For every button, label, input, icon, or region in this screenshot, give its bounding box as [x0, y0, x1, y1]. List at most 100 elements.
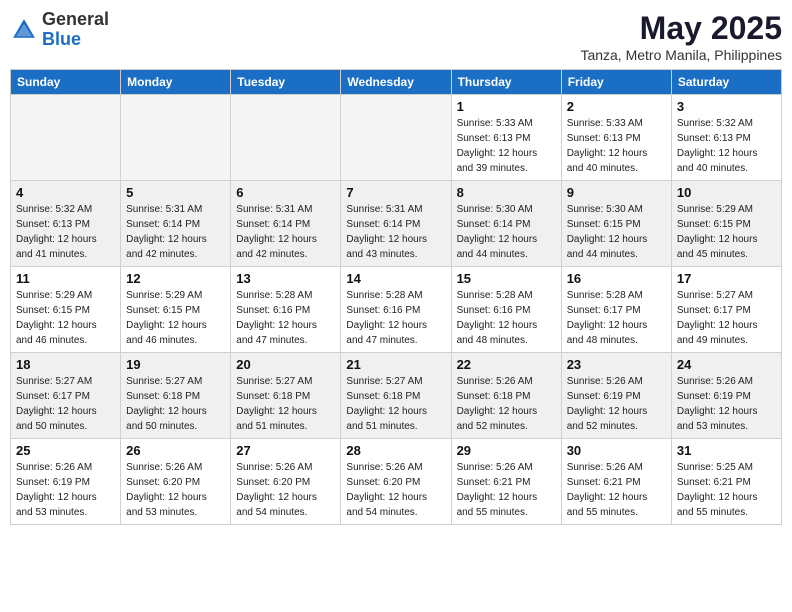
day-info: Sunrise: 5:25 AMSunset: 6:21 PMDaylight:…	[677, 460, 776, 520]
calendar-cell: 24Sunrise: 5:26 AMSunset: 6:19 PMDayligh…	[671, 353, 781, 439]
day-number: 13	[236, 271, 335, 286]
day-number: 11	[16, 271, 115, 286]
day-number: 5	[126, 185, 225, 200]
weekday-header-sunday: Sunday	[11, 70, 121, 95]
weekday-header-friday: Friday	[561, 70, 671, 95]
logo-general: General	[42, 9, 109, 29]
calendar-cell: 22 Sunrise: 5:26 AMSunset: 6:18 PMDayligh…	[451, 353, 561, 439]
calendar-cell: 16 Sunrise: 5:28 AMSunset: 6:17 PMDayligh…	[561, 267, 671, 353]
day-info: Sunrise: 5:26 AMSunset: 6:20 PMDaylight:…	[236, 460, 335, 520]
day-info: Sunrise: 5:26 AMSunset: 6:21 PMDaylight:…	[457, 460, 556, 520]
day-number: 28	[346, 443, 445, 458]
calendar-cell: 29 Sunrise: 5:26 AMSunset: 6:21 PMDayligh…	[451, 439, 561, 525]
day-info: Sunrise: 5:27 AMSunset: 6:18 PMDaylight:…	[236, 374, 335, 434]
calendar-cell: 3 Sunrise: 5:32 AMSunset: 6:13 PMDaylight…	[671, 95, 781, 181]
day-number: 27	[236, 443, 335, 458]
calendar-cell	[11, 95, 121, 181]
day-number: 15	[457, 271, 556, 286]
day-number: 4	[16, 185, 115, 200]
weekday-header-tuesday: Tuesday	[231, 70, 341, 95]
day-number: 19	[126, 357, 225, 372]
calendar-week-3: 11 Sunrise: 5:29 AMSunset: 6:15 PMDayligh…	[11, 267, 782, 353]
day-info: Sunrise: 5:33 AMSunset: 6:13 PMDaylight:…	[457, 116, 556, 176]
calendar-cell: 20 Sunrise: 5:27 AMSunset: 6:18 PMDayligh…	[231, 353, 341, 439]
calendar-week-2: 4Sunrise: 5:32 AMSunset: 6:13 PMDaylight…	[11, 181, 782, 267]
day-info: Sunrise: 5:28 AMSunset: 6:16 PMDaylight:…	[457, 288, 556, 348]
calendar-cell: 21Sunrise: 5:27 AMSunset: 6:18 PMDayligh…	[341, 353, 451, 439]
calendar-cell: 4Sunrise: 5:32 AMSunset: 6:13 PMDaylight…	[11, 181, 121, 267]
weekday-header-wednesday: Wednesday	[341, 70, 451, 95]
weekday-header-thursday: Thursday	[451, 70, 561, 95]
calendar-cell	[231, 95, 341, 181]
calendar-cell: 5 Sunrise: 5:31 AMSunset: 6:14 PMDaylight…	[121, 181, 231, 267]
calendar-cell: 9 Sunrise: 5:30 AMSunset: 6:15 PMDaylight…	[561, 181, 671, 267]
day-info: Sunrise: 5:31 AMSunset: 6:14 PMDaylight:…	[346, 202, 445, 262]
day-number: 21	[346, 357, 445, 372]
day-info: Sunrise: 5:30 AMSunset: 6:14 PMDaylight:…	[457, 202, 556, 262]
day-info: Sunrise: 5:29 AMSunset: 6:15 PMDaylight:…	[16, 288, 115, 348]
calendar-cell	[121, 95, 231, 181]
calendar-cell: 27 Sunrise: 5:26 AMSunset: 6:20 PMDayligh…	[231, 439, 341, 525]
day-info: Sunrise: 5:27 AMSunset: 6:17 PMDaylight:…	[16, 374, 115, 434]
day-number: 22	[457, 357, 556, 372]
day-number: 18	[16, 357, 115, 372]
day-info: Sunrise: 5:31 AMSunset: 6:14 PMDaylight:…	[236, 202, 335, 262]
day-info: Sunrise: 5:27 AMSunset: 6:17 PMDaylight:…	[677, 288, 776, 348]
calendar-cell: 8 Sunrise: 5:30 AMSunset: 6:14 PMDaylight…	[451, 181, 561, 267]
day-number: 26	[126, 443, 225, 458]
day-number: 25	[16, 443, 115, 458]
day-info: Sunrise: 5:28 AMSunset: 6:16 PMDaylight:…	[236, 288, 335, 348]
calendar-week-4: 18 Sunrise: 5:27 AMSunset: 6:17 PMDayligh…	[11, 353, 782, 439]
day-number: 16	[567, 271, 666, 286]
calendar-cell: 31Sunrise: 5:25 AMSunset: 6:21 PMDayligh…	[671, 439, 781, 525]
day-info: Sunrise: 5:26 AMSunset: 6:21 PMDaylight:…	[567, 460, 666, 520]
day-info: Sunrise: 5:26 AMSunset: 6:19 PMDaylight:…	[16, 460, 115, 520]
day-info: Sunrise: 5:26 AMSunset: 6:20 PMDaylight:…	[346, 460, 445, 520]
calendar-cell: 25 Sunrise: 5:26 AMSunset: 6:19 PMDayligh…	[11, 439, 121, 525]
weekday-header-monday: Monday	[121, 70, 231, 95]
calendar-cell: 28 Sunrise: 5:26 AMSunset: 6:20 PMDayligh…	[341, 439, 451, 525]
page-header: General Blue May 2025 Tanza, Metro Manil…	[10, 10, 782, 63]
day-number: 20	[236, 357, 335, 372]
day-number: 6	[236, 185, 335, 200]
logo: General Blue	[10, 10, 109, 50]
day-info: Sunrise: 5:28 AMSunset: 6:17 PMDaylight:…	[567, 288, 666, 348]
calendar-cell: 17 Sunrise: 5:27 AMSunset: 6:17 PMDayligh…	[671, 267, 781, 353]
calendar-cell: 12 Sunrise: 5:29 AMSunset: 6:15 PMDayligh…	[121, 267, 231, 353]
logo-blue: Blue	[42, 29, 81, 49]
day-info: Sunrise: 5:31 AMSunset: 6:14 PMDaylight:…	[126, 202, 225, 262]
day-info: Sunrise: 5:29 AMSunset: 6:15 PMDaylight:…	[126, 288, 225, 348]
day-info: Sunrise: 5:30 AMSunset: 6:15 PMDaylight:…	[567, 202, 666, 262]
calendar-cell: 30Sunrise: 5:26 AMSunset: 6:21 PMDayligh…	[561, 439, 671, 525]
day-number: 3	[677, 99, 776, 114]
day-number: 24	[677, 357, 776, 372]
calendar-week-1: 1 Sunrise: 5:33 AMSunset: 6:13 PMDaylight…	[11, 95, 782, 181]
month-title: May 2025	[580, 10, 782, 47]
day-info: Sunrise: 5:26 AMSunset: 6:20 PMDaylight:…	[126, 460, 225, 520]
logo-text: General Blue	[42, 10, 109, 50]
day-number: 23	[567, 357, 666, 372]
day-info: Sunrise: 5:33 AMSunset: 6:13 PMDaylight:…	[567, 116, 666, 176]
day-number: 17	[677, 271, 776, 286]
day-number: 1	[457, 99, 556, 114]
title-block: May 2025 Tanza, Metro Manila, Philippine…	[580, 10, 782, 63]
calendar-cell: 15 Sunrise: 5:28 AMSunset: 6:16 PMDayligh…	[451, 267, 561, 353]
day-number: 29	[457, 443, 556, 458]
day-info: Sunrise: 5:32 AMSunset: 6:13 PMDaylight:…	[677, 116, 776, 176]
calendar-cell: 23Sunrise: 5:26 AMSunset: 6:19 PMDayligh…	[561, 353, 671, 439]
calendar-cell: 2Sunrise: 5:33 AMSunset: 6:13 PMDaylight…	[561, 95, 671, 181]
calendar-cell: 18 Sunrise: 5:27 AMSunset: 6:17 PMDayligh…	[11, 353, 121, 439]
day-info: Sunrise: 5:26 AMSunset: 6:18 PMDaylight:…	[457, 374, 556, 434]
weekday-header-saturday: Saturday	[671, 70, 781, 95]
calendar-week-5: 25 Sunrise: 5:26 AMSunset: 6:19 PMDayligh…	[11, 439, 782, 525]
calendar-cell: 1 Sunrise: 5:33 AMSunset: 6:13 PMDaylight…	[451, 95, 561, 181]
calendar-cell: 26 Sunrise: 5:26 AMSunset: 6:20 PMDayligh…	[121, 439, 231, 525]
weekday-header-row: SundayMondayTuesdayWednesdayThursdayFrid…	[11, 70, 782, 95]
calendar-cell	[341, 95, 451, 181]
day-number: 10	[677, 185, 776, 200]
day-info: Sunrise: 5:29 AMSunset: 6:15 PMDaylight:…	[677, 202, 776, 262]
day-number: 9	[567, 185, 666, 200]
day-number: 8	[457, 185, 556, 200]
day-number: 7	[346, 185, 445, 200]
day-number: 12	[126, 271, 225, 286]
